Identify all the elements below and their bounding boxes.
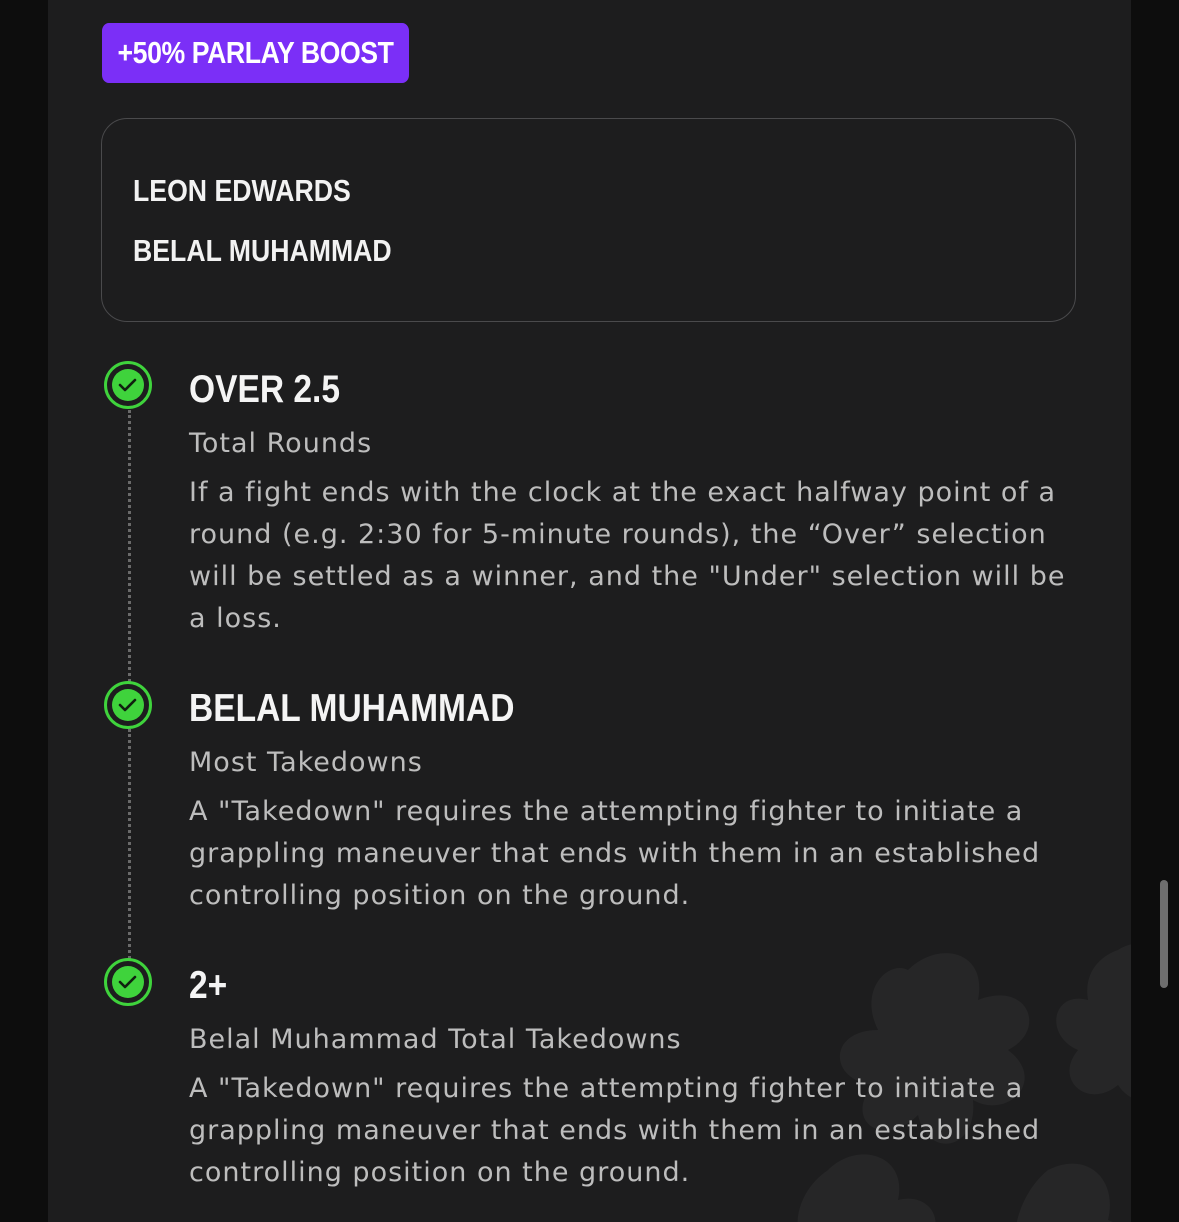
parlay-leg: 2+ Belal Muhammad Total Takedowns A "Tak… xyxy=(189,963,1089,1194)
fighter-name: LEON EDWARDS xyxy=(133,173,351,208)
leg-description: If a fight ends with the clock at the ex… xyxy=(189,477,1066,634)
parlay-leg: BELAL MUHAMMAD Most Takedowns A "Takedow… xyxy=(189,686,1089,917)
leg-description: A "Takedown" requires the attempting fig… xyxy=(189,1073,1041,1188)
leg-selection: BELAL MUHAMMAD xyxy=(189,687,515,730)
leg-market: Belal Muhammad Total Takedowns xyxy=(189,1024,682,1055)
bet-detail-panel: +50% PARLAY BOOST LEON EDWARDS BELAL MUH… xyxy=(48,0,1131,1222)
leg-market: Most Takedowns xyxy=(189,747,423,778)
leg-description: A "Takedown" requires the attempting fig… xyxy=(189,796,1041,911)
check-circle-icon xyxy=(104,361,152,409)
leg-connector xyxy=(128,729,131,959)
parlay-leg: OVER 2.5 Total Rounds If a fight ends wi… xyxy=(189,367,1089,640)
fighter-name: BELAL MUHAMMAD xyxy=(133,233,392,268)
scrollbar-thumb[interactable] xyxy=(1160,880,1168,988)
leg-connector xyxy=(128,410,131,682)
matchup-card: LEON EDWARDS BELAL MUHAMMAD xyxy=(101,118,1076,322)
parlay-boost-badge: +50% PARLAY BOOST xyxy=(102,23,410,83)
leg-selection: 2+ xyxy=(189,964,228,1007)
check-circle-icon xyxy=(104,681,152,729)
check-circle-icon xyxy=(104,958,152,1006)
leg-market: Total Rounds xyxy=(189,428,373,459)
leg-selection: OVER 2.5 xyxy=(189,368,340,411)
